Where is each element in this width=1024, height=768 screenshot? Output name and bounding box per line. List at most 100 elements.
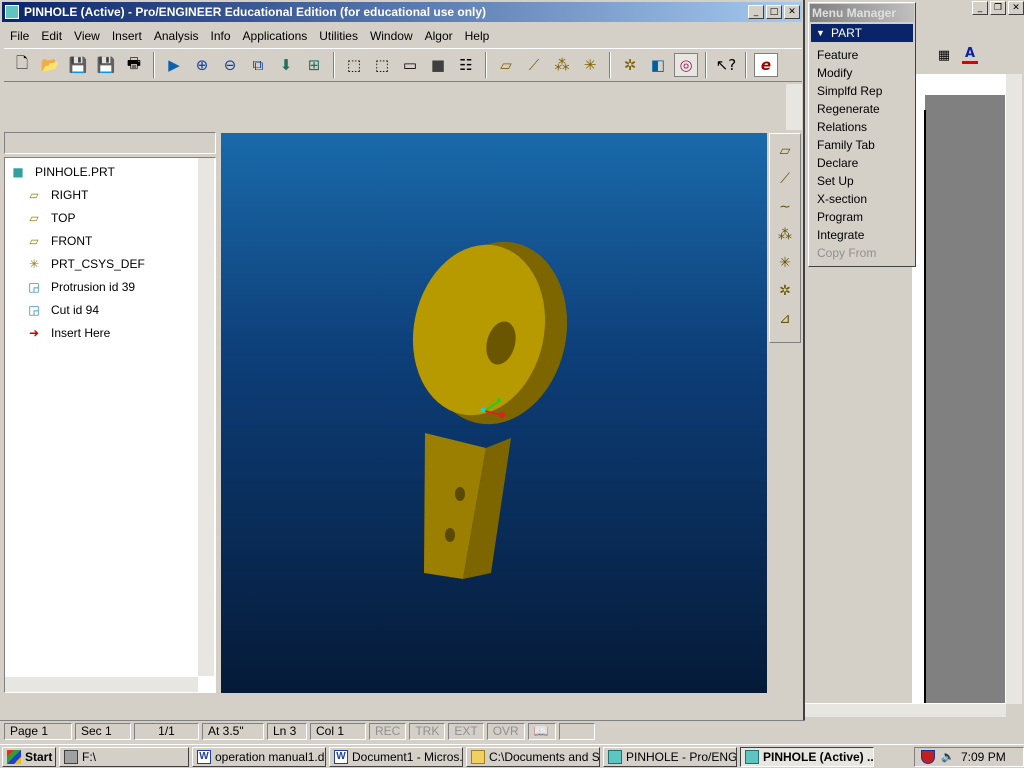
mm-family-tab[interactable]: Family Tab — [817, 136, 875, 154]
datum-plane-icon: ▱ — [29, 211, 39, 225]
mm-simplfd-rep[interactable]: Simplfd Rep — [817, 82, 882, 100]
tree-item-insert-here[interactable]: ➜ Insert Here — [25, 323, 110, 343]
task-label: PINHOLE - Pro/ENGI... — [626, 749, 737, 764]
menu-manager-title[interactable]: Menu Manager — [810, 4, 914, 22]
refit-icon[interactable]: ⧉ — [246, 53, 270, 77]
menu-analysis[interactable]: Analysis — [148, 26, 205, 46]
close-icon[interactable]: ✕ — [1008, 1, 1024, 15]
minimize-icon[interactable]: _ — [748, 5, 764, 19]
word-vertical-scrollbar[interactable] — [1006, 74, 1022, 704]
menu-insert[interactable]: Insert — [106, 26, 148, 46]
spin-center-icon[interactable]: ✲ — [618, 53, 642, 77]
datum-axis-tool-icon[interactable]: ⟋ — [773, 168, 797, 190]
shield-icon[interactable] — [921, 749, 935, 764]
menu-window[interactable]: Window — [364, 26, 419, 46]
status-ovr[interactable]: OVR — [486, 723, 525, 740]
shading-icon[interactable]: ■ — [426, 53, 450, 77]
mm-x-section[interactable]: X-section — [817, 190, 867, 208]
speaker-icon[interactable]: 🔈 — [941, 750, 955, 764]
task-f-drive[interactable]: F:\ — [59, 746, 189, 767]
menu-manager-part[interactable]: ▼ PART — [811, 24, 913, 42]
task-documents-folder[interactable]: C:\Documents and S... — [466, 746, 600, 767]
menu-file[interactable]: File — [4, 26, 35, 46]
menu-view[interactable]: View — [68, 26, 106, 46]
maximize-icon[interactable]: □ — [766, 5, 782, 19]
mm-modify[interactable]: Modify — [817, 64, 852, 82]
spelling-icon[interactable]: 📖 — [527, 723, 556, 740]
select-icon[interactable]: ◧ — [646, 53, 670, 77]
task-pinhole-proe[interactable]: PINHOLE - Pro/ENGI... — [603, 746, 737, 767]
tree-item-right[interactable]: ▱ RIGHT — [25, 185, 88, 205]
save-icon[interactable]: 💾 — [66, 53, 90, 77]
start-button[interactable]: Start — [2, 746, 56, 767]
status-rec[interactable]: REC — [369, 723, 407, 740]
toolbar-separator — [745, 52, 747, 78]
tree-item-protrusion[interactable]: ◲ Protrusion id 39 — [25, 277, 135, 297]
spin-icon[interactable]: ◎ — [674, 53, 698, 77]
menu-edit[interactable]: Edit — [35, 26, 68, 46]
title-bar[interactable]: PINHOLE (Active) - Pro/ENGINEER Educatio… — [2, 2, 802, 22]
save-copy-icon[interactable]: 💾 — [94, 53, 118, 77]
print-icon[interactable]: 🖶 — [122, 53, 146, 77]
message-scrollbar[interactable] — [786, 84, 802, 130]
tree-root[interactable]: ■ PINHOLE.PRT — [9, 162, 114, 182]
menu-utilities[interactable]: Utilities — [313, 26, 364, 46]
mm-relations[interactable]: Relations — [817, 118, 867, 136]
datum-point-tool-icon[interactable]: ⁂ — [773, 224, 797, 246]
datum-axes-icon[interactable]: ⟋ — [522, 53, 546, 77]
new-file-icon[interactable]: 🗋 — [10, 53, 34, 77]
restore-icon[interactable]: ❐ — [990, 1, 1006, 15]
repaint-icon[interactable]: ▶ — [162, 53, 186, 77]
tree-horizontal-scrollbar[interactable] — [5, 677, 198, 692]
word-horizontal-scrollbar[interactable] — [805, 703, 1006, 717]
datum-planes-icon[interactable]: ▱ — [494, 53, 518, 77]
mm-regenerate[interactable]: Regenerate — [817, 100, 880, 118]
task-pinhole-active[interactable]: PINHOLE (Active) ... — [740, 746, 874, 767]
task-operation-manual[interactable]: W operation manual1.d... — [192, 746, 326, 767]
menu-help[interactable]: Help — [459, 26, 496, 46]
datum-points-icon[interactable]: ⁂ — [550, 53, 574, 77]
mm-integrate[interactable]: Integrate — [817, 226, 864, 244]
font-color-icon[interactable]: A — [962, 46, 978, 64]
datum-csys-tool-icon[interactable]: ✳ — [773, 252, 797, 274]
windows-logo-icon — [7, 749, 21, 764]
open-folder-icon[interactable]: 📂 — [38, 53, 62, 77]
graphics-window[interactable] — [221, 133, 767, 693]
zoom-in-icon[interactable]: ⊕ — [190, 53, 214, 77]
computer-icon — [64, 749, 78, 764]
mm-copy-from: Copy From — [817, 246, 877, 260]
border-icon[interactable]: ▦ — [932, 43, 956, 67]
close-icon[interactable]: ✕ — [784, 5, 800, 19]
mm-program[interactable]: Program — [817, 208, 863, 226]
status-ln: Ln 3 — [267, 723, 307, 740]
tree-item-csys[interactable]: ✳ PRT_CSYS_DEF — [25, 254, 145, 274]
hidden-line-icon[interactable]: ⬚ — [370, 53, 394, 77]
tree-item-front[interactable]: ▱ FRONT — [25, 231, 92, 251]
wireframe-icon[interactable]: ⬚ — [342, 53, 366, 77]
status-trk[interactable]: TRK — [409, 723, 446, 740]
task-label: PINHOLE (Active) ... — [763, 749, 874, 764]
datum-curve-tool-icon[interactable]: ∼ — [773, 196, 797, 218]
saved-views-icon[interactable]: ⊞ — [302, 53, 326, 77]
tree-vertical-scrollbar[interactable] — [198, 158, 214, 676]
zoom-out-icon[interactable]: ⊖ — [218, 53, 242, 77]
context-help-icon[interactable]: ↖? — [714, 53, 738, 77]
menu-algor[interactable]: Algor — [419, 26, 459, 46]
menu-applications[interactable]: Applications — [237, 26, 314, 46]
no-hidden-icon[interactable]: ▭ — [398, 53, 422, 77]
model-tree-icon[interactable]: ☷ — [454, 53, 478, 77]
analysis-tool-icon[interactable]: ⊿ — [773, 308, 797, 330]
status-ext[interactable]: EXT — [448, 723, 484, 740]
menu-info[interactable]: Info — [205, 26, 237, 46]
coord-sys-icon[interactable]: ✳ — [578, 53, 602, 77]
mm-set-up[interactable]: Set Up — [817, 172, 854, 190]
mm-feature[interactable]: Feature — [817, 46, 858, 64]
tree-item-top[interactable]: ▱ TOP — [25, 208, 75, 228]
tree-item-cut[interactable]: ◲ Cut id 94 — [25, 300, 99, 320]
datum-plane-tool-icon[interactable]: ▱ — [773, 140, 797, 162]
orient-icon[interactable]: ⬇ — [274, 53, 298, 77]
mm-declare[interactable]: Declare — [817, 154, 858, 172]
minimize-icon[interactable]: _ — [972, 1, 988, 15]
coord-sys-tool-icon[interactable]: ✲ — [773, 280, 797, 302]
task-document1[interactable]: W Document1 - Micros... — [329, 746, 463, 767]
